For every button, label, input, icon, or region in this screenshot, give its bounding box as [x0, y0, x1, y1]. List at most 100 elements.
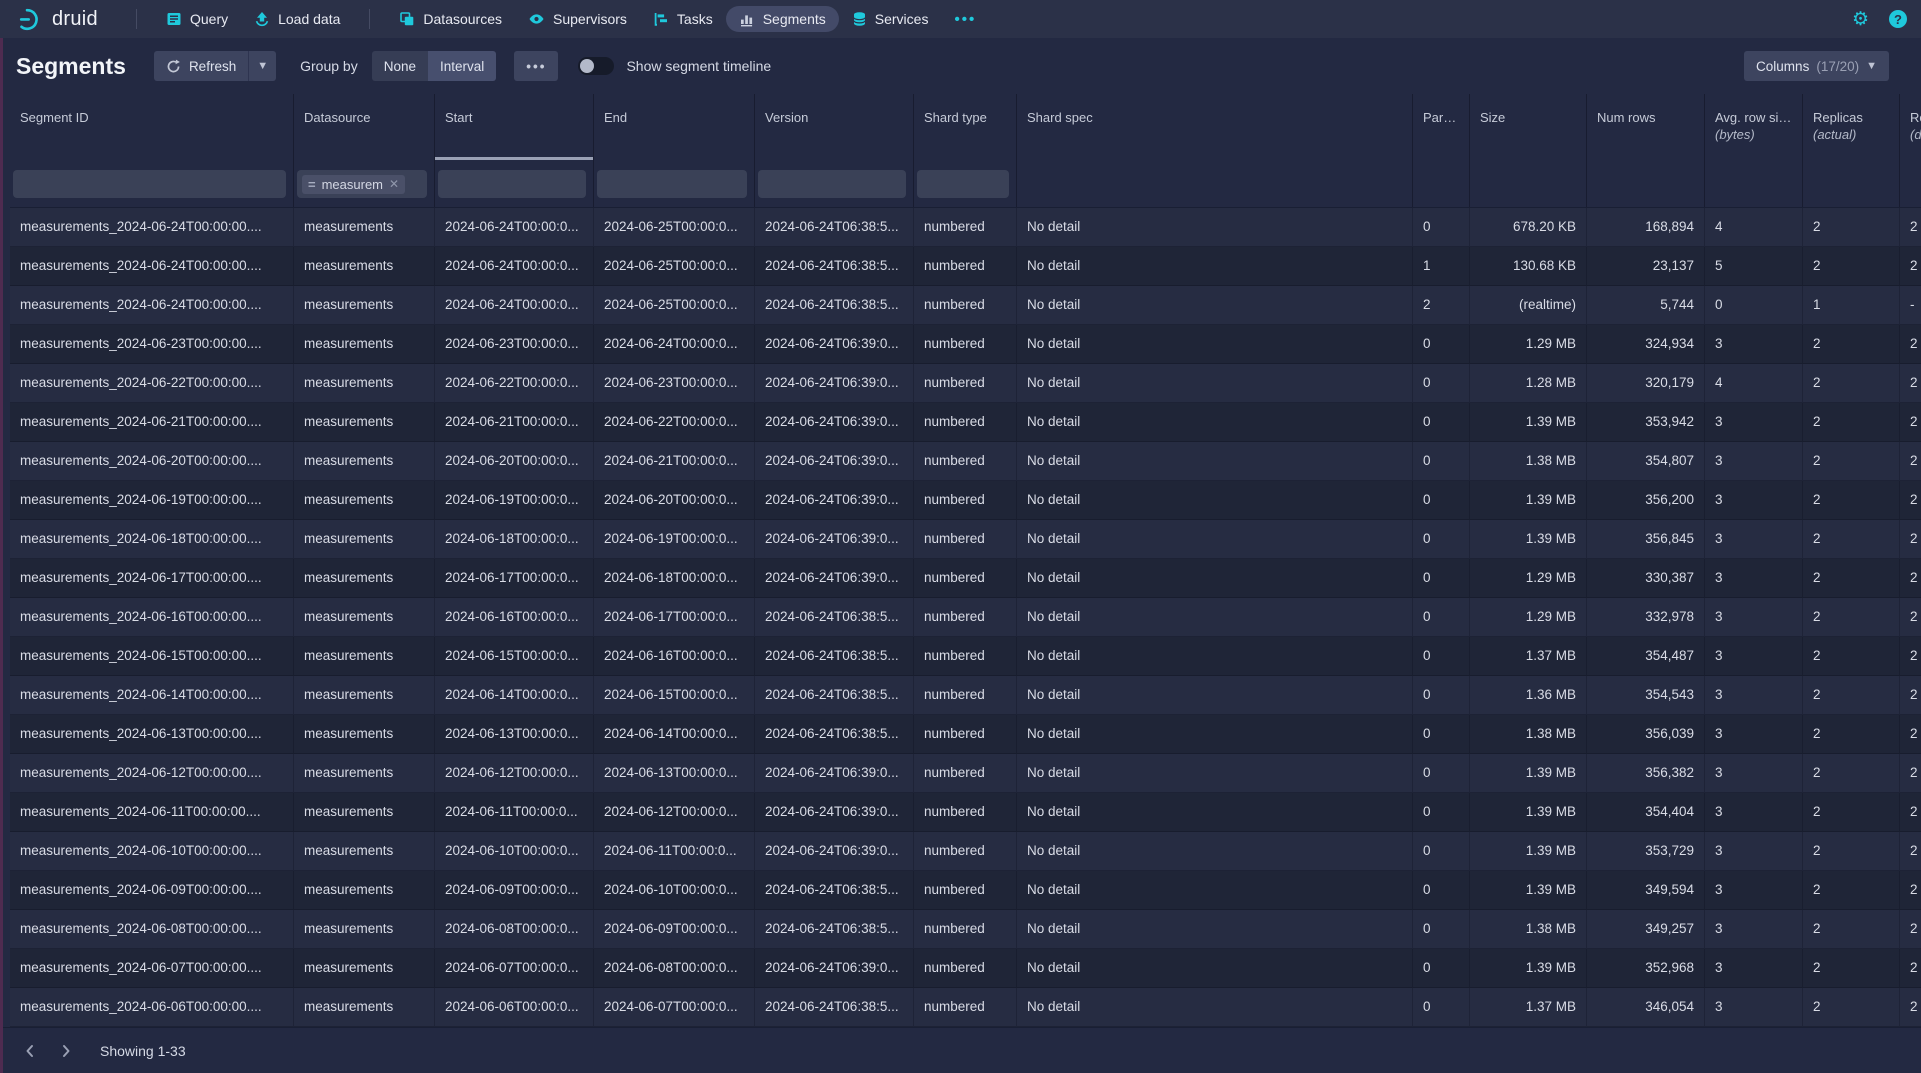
cell-id[interactable]: measurements_2024-06-19T00:00:00....: [10, 481, 294, 520]
cell-id[interactable]: measurements_2024-06-20T00:00:00....: [10, 442, 294, 481]
cell-start[interactable]: 2024-06-13T00:00:0...: [435, 715, 594, 754]
cell-id[interactable]: measurements_2024-06-21T00:00:00....: [10, 403, 294, 442]
help-icon[interactable]: ?: [1889, 10, 1907, 28]
cell-end[interactable]: 2024-06-13T00:00:0...: [594, 754, 755, 793]
nav-item-query[interactable]: Query: [153, 6, 241, 32]
cell-end[interactable]: 2024-06-09T00:00:0...: [594, 910, 755, 949]
cell-shard-spec[interactable]: No detail: [1017, 598, 1413, 637]
cell-id[interactable]: measurements_2024-06-13T00:00:00....: [10, 715, 294, 754]
cell-datasource[interactable]: measurements: [294, 793, 435, 832]
cell-id[interactable]: measurements_2024-06-07T00:00:00....: [10, 949, 294, 988]
cell-shard-type[interactable]: numbered: [914, 364, 1017, 403]
cell-shard-type[interactable]: numbered: [914, 481, 1017, 520]
cell-version[interactable]: 2024-06-24T06:38:5...: [755, 910, 914, 949]
cell-datasource[interactable]: measurements: [294, 481, 435, 520]
cell-end[interactable]: 2024-06-12T00:00:0...: [594, 793, 755, 832]
cell-id[interactable]: measurements_2024-06-17T00:00:00....: [10, 559, 294, 598]
refresh-button[interactable]: Refresh: [154, 51, 248, 81]
cell-start[interactable]: 2024-06-24T00:00:0...: [435, 208, 594, 247]
cell-version[interactable]: 2024-06-24T06:39:0...: [755, 403, 914, 442]
cell-start[interactable]: 2024-06-22T00:00:0...: [435, 364, 594, 403]
cell-datasource[interactable]: measurements: [294, 715, 435, 754]
cell-version[interactable]: 2024-06-24T06:38:5...: [755, 208, 914, 247]
cell-shard-type[interactable]: numbered: [914, 637, 1017, 676]
cell-start[interactable]: 2024-06-23T00:00:0...: [435, 325, 594, 364]
cell-datasource[interactable]: measurements: [294, 949, 435, 988]
cell-id[interactable]: measurements_2024-06-08T00:00:00....: [10, 910, 294, 949]
filter-end-input[interactable]: [597, 170, 747, 198]
column-header-replication-factor[interactable]: Replication factor(desired): [1900, 94, 1921, 160]
refresh-caret-button[interactable]: ▼: [248, 51, 276, 81]
chevron-right-icon[interactable]: [52, 1037, 80, 1065]
cell-start[interactable]: 2024-06-24T00:00:0...: [435, 247, 594, 286]
cell-shard-type[interactable]: numbered: [914, 286, 1017, 325]
cell-version[interactable]: 2024-06-24T06:39:0...: [755, 325, 914, 364]
column-header-segment-id[interactable]: Segment ID: [10, 94, 294, 160]
druid-logo[interactable]: druid: [18, 6, 98, 32]
cell-version[interactable]: 2024-06-24T06:38:5...: [755, 676, 914, 715]
cell-shard-spec[interactable]: No detail: [1017, 559, 1413, 598]
cell-end[interactable]: 2024-06-11T00:00:0...: [594, 832, 755, 871]
cell-shard-type[interactable]: numbered: [914, 715, 1017, 754]
cell-datasource[interactable]: measurements: [294, 364, 435, 403]
column-header-avg-row-size[interactable]: Avg. row size(bytes): [1705, 94, 1803, 160]
cell-shard-type[interactable]: numbered: [914, 754, 1017, 793]
cell-datasource[interactable]: measurements: [294, 910, 435, 949]
cell-version[interactable]: 2024-06-24T06:39:0...: [755, 442, 914, 481]
cell-shard-spec[interactable]: No detail: [1017, 754, 1413, 793]
cell-start[interactable]: 2024-06-11T00:00:0...: [435, 793, 594, 832]
cell-start[interactable]: 2024-06-06T00:00:0...: [435, 988, 594, 1027]
cell-id[interactable]: measurements_2024-06-09T00:00:00....: [10, 871, 294, 910]
cell-shard-type[interactable]: numbered: [914, 442, 1017, 481]
cell-datasource[interactable]: measurements: [294, 520, 435, 559]
cell-shard-spec[interactable]: No detail: [1017, 325, 1413, 364]
column-header-end[interactable]: End: [594, 94, 755, 160]
cell-version[interactable]: 2024-06-24T06:39:0...: [755, 559, 914, 598]
cell-id[interactable]: measurements_2024-06-10T00:00:00....: [10, 832, 294, 871]
cell-datasource[interactable]: measurements: [294, 559, 435, 598]
column-header-num-rows[interactable]: Num rows: [1587, 94, 1705, 160]
cell-version[interactable]: 2024-06-24T06:39:0...: [755, 832, 914, 871]
gear-icon[interactable]: ⚙: [1852, 10, 1869, 29]
cell-end[interactable]: 2024-06-10T00:00:0...: [594, 871, 755, 910]
column-header-version[interactable]: Version: [755, 94, 914, 160]
cell-datasource[interactable]: measurements: [294, 637, 435, 676]
cell-shard-spec[interactable]: No detail: [1017, 676, 1413, 715]
cell-id[interactable]: measurements_2024-06-11T00:00:00....: [10, 793, 294, 832]
cell-shard-type[interactable]: numbered: [914, 520, 1017, 559]
cell-start[interactable]: 2024-06-15T00:00:0...: [435, 637, 594, 676]
cell-end[interactable]: 2024-06-15T00:00:0...: [594, 676, 755, 715]
cell-shard-spec[interactable]: No detail: [1017, 793, 1413, 832]
cell-shard-spec[interactable]: No detail: [1017, 208, 1413, 247]
cell-id[interactable]: measurements_2024-06-24T00:00:00....: [10, 247, 294, 286]
cell-shard-type[interactable]: numbered: [914, 793, 1017, 832]
cell-shard-spec[interactable]: No detail: [1017, 871, 1413, 910]
filter-segment-id-input[interactable]: [13, 170, 286, 198]
cell-end[interactable]: 2024-06-16T00:00:0...: [594, 637, 755, 676]
column-header-shard-type[interactable]: Shard type: [914, 94, 1017, 160]
cell-shard-type[interactable]: numbered: [914, 598, 1017, 637]
cell-shard-spec[interactable]: No detail: [1017, 403, 1413, 442]
column-header-replicas[interactable]: Replicas(actual): [1803, 94, 1900, 160]
cell-end[interactable]: 2024-06-18T00:00:0...: [594, 559, 755, 598]
close-icon[interactable]: ✕: [389, 177, 399, 191]
group-by-interval-button[interactable]: Interval: [428, 51, 496, 81]
cell-start[interactable]: 2024-06-24T00:00:0...: [435, 286, 594, 325]
nav-item-segments[interactable]: Segments: [726, 6, 839, 32]
cell-version[interactable]: 2024-06-24T06:39:0...: [755, 754, 914, 793]
column-header-datasource[interactable]: Datasource: [294, 94, 435, 160]
cell-start[interactable]: 2024-06-07T00:00:0...: [435, 949, 594, 988]
cell-datasource[interactable]: measurements: [294, 871, 435, 910]
cell-end[interactable]: 2024-06-25T00:00:0...: [594, 286, 755, 325]
columns-button[interactable]: Columns (17/20) ▼: [1744, 51, 1889, 81]
cell-version[interactable]: 2024-06-24T06:38:5...: [755, 598, 914, 637]
nav-more-button[interactable]: •••: [941, 6, 989, 33]
group-by-none-button[interactable]: None: [372, 51, 428, 81]
cell-shard-type[interactable]: numbered: [914, 247, 1017, 286]
cell-shard-spec[interactable]: No detail: [1017, 637, 1413, 676]
cell-start[interactable]: 2024-06-19T00:00:0...: [435, 481, 594, 520]
cell-id[interactable]: measurements_2024-06-14T00:00:00....: [10, 676, 294, 715]
cell-start[interactable]: 2024-06-16T00:00:0...: [435, 598, 594, 637]
cell-version[interactable]: 2024-06-24T06:39:0...: [755, 520, 914, 559]
cell-start[interactable]: 2024-06-08T00:00:0...: [435, 910, 594, 949]
